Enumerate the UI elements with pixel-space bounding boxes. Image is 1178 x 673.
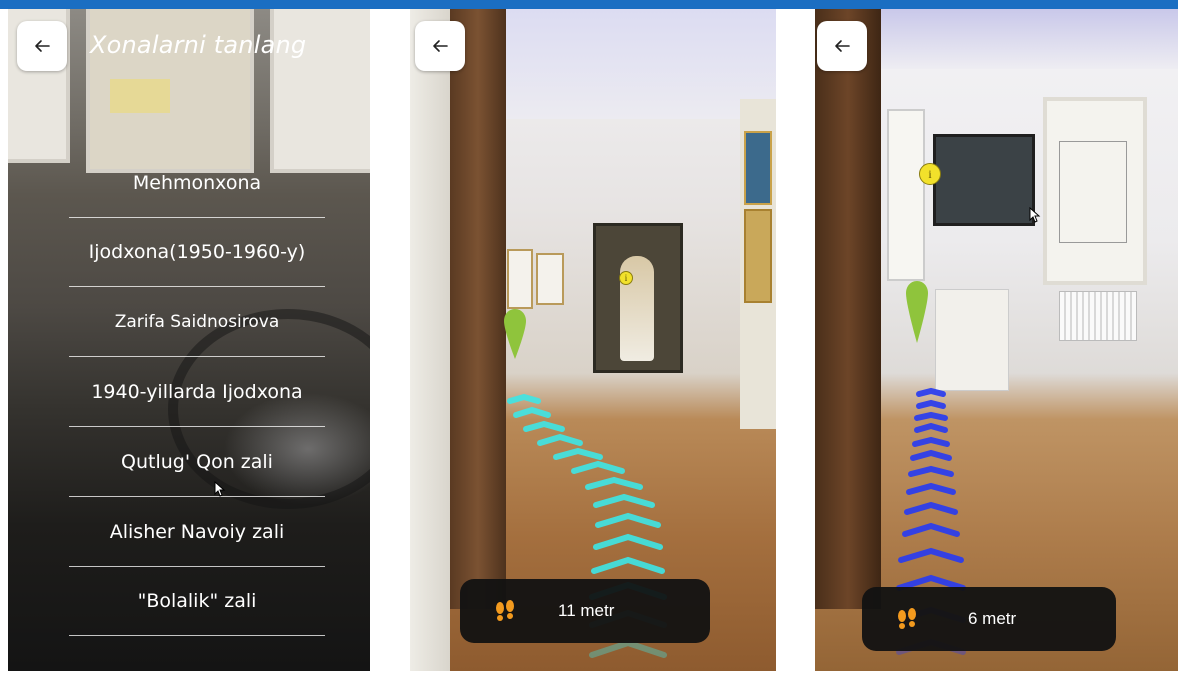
wall-painting (744, 209, 772, 303)
ar-navigation-screen-2: i 6 metr (815, 9, 1178, 671)
distance-label: 11 metr (558, 601, 615, 620)
room-item-ijodxona-1950[interactable]: Ijodxona(1950-1960-y) (69, 217, 325, 287)
distance-indicator: 11 metr (460, 579, 710, 643)
dark-painting (933, 134, 1035, 226)
room-item-qutlug-qon[interactable]: Qutlug' Qon zali (69, 427, 325, 497)
map-pin-icon[interactable] (504, 309, 526, 359)
arrow-left-icon (835, 40, 850, 52)
distance-label: 6 metr (968, 609, 1017, 628)
footsteps-icon (496, 600, 514, 621)
wall-banner (887, 109, 925, 281)
room-item-alisher-navoiy[interactable]: Alisher Navoiy zali (69, 497, 325, 567)
room-item-zarifa[interactable]: Zarifa Saidnosirova (69, 287, 325, 357)
ar-navigation-screen-1: i 11 metr (410, 9, 776, 671)
back-button[interactable] (817, 21, 867, 71)
radiator (1059, 291, 1137, 341)
back-button[interactable] (17, 21, 67, 71)
ceiling (875, 9, 1178, 69)
mouse-cursor-icon (214, 481, 226, 497)
room-item-mehmonxona[interactable]: Mehmonxona (69, 148, 325, 218)
page-title: Xonalarni tanlang (90, 31, 307, 59)
room-select-screen: Xonalarni tanlang Mehmonxona Ijodxona(19… (8, 9, 370, 671)
footsteps-icon (898, 608, 916, 629)
info-icon[interactable]: i (619, 271, 633, 285)
map-pin-icon[interactable] (906, 281, 928, 343)
mouse-cursor-icon (1029, 207, 1041, 223)
room-item-ijodxona-1940[interactable]: 1940-yillarda Ijodxona (69, 357, 325, 427)
back-button[interactable] (415, 21, 465, 71)
left-wall (410, 9, 450, 671)
display-case (935, 289, 1009, 391)
arrow-left-icon (35, 40, 50, 52)
distance-indicator: 6 metr (862, 587, 1116, 651)
portrait-painting (593, 223, 683, 373)
door-frame (815, 9, 881, 609)
wall-banner (1043, 97, 1147, 285)
ceiling (490, 9, 776, 119)
door-frame (450, 9, 506, 609)
wall-frame (507, 249, 533, 309)
info-icon[interactable]: i (919, 163, 941, 185)
room-item-bolalik[interactable]: "Bolalik" zali (69, 566, 325, 636)
wall-painting (744, 131, 772, 205)
arrow-left-icon (433, 40, 448, 52)
wall-frame (536, 253, 564, 305)
top-accent-bar (0, 0, 1178, 9)
